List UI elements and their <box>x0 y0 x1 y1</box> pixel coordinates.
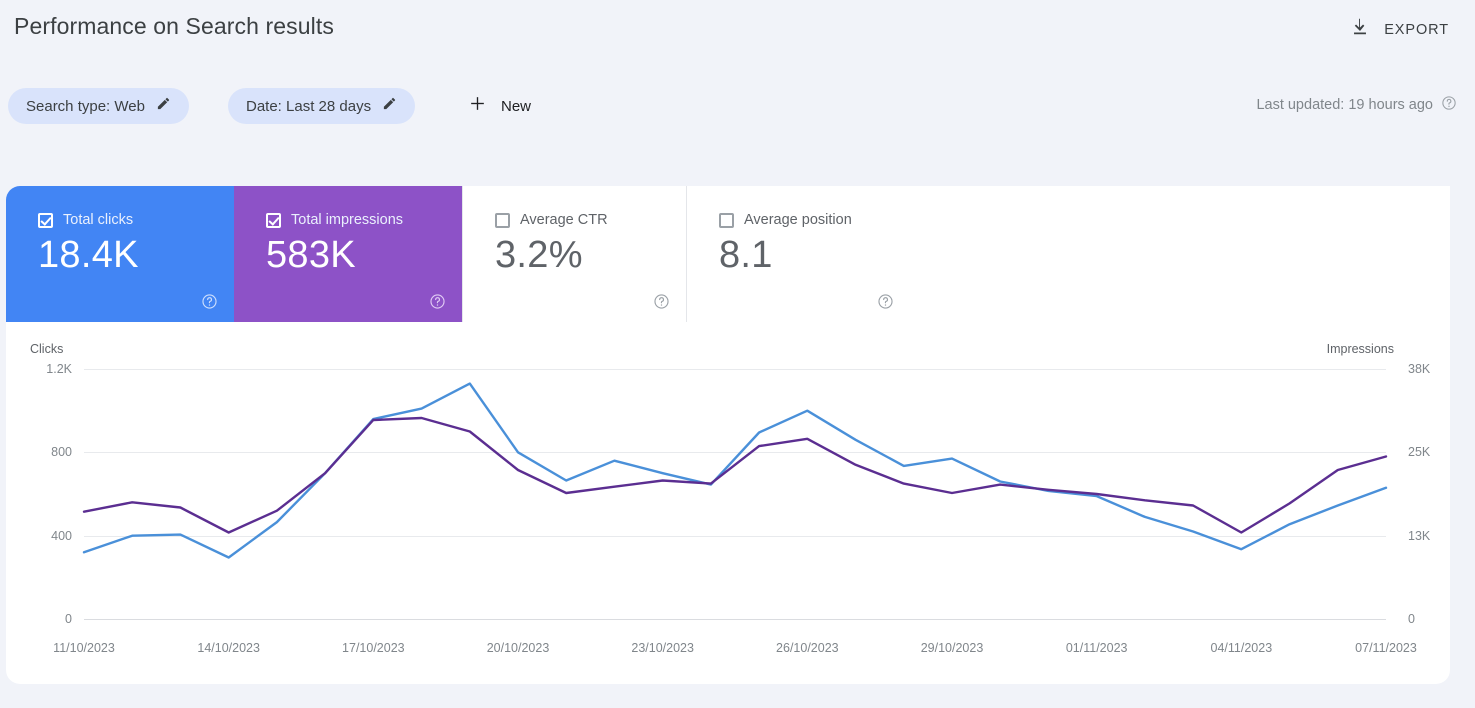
help-circle-icon[interactable] <box>653 293 670 310</box>
metric-label: Average CTR <box>520 212 608 228</box>
metric-card-average-ctr[interactable]: Average CTR 3.2% <box>462 186 686 322</box>
metric-card-total-impressions[interactable]: Total impressions 583K <box>234 186 462 322</box>
metric-value: 18.4K <box>38 234 139 276</box>
help-circle-icon[interactable] <box>201 293 218 310</box>
chart-line-impressions <box>82 416 1388 534</box>
pencil-icon[interactable] <box>382 96 397 116</box>
export-button[interactable]: EXPORT <box>1343 12 1455 47</box>
export-label: EXPORT <box>1384 21 1449 38</box>
metric-label: Average position <box>744 212 852 228</box>
metric-card-header: Average CTR <box>495 212 686 228</box>
metric-cards-filler <box>910 186 1450 322</box>
filter-chip-search-type[interactable]: Search type: Web <box>8 88 189 124</box>
performance-chart: Clicks Impressions 1.2K 800 400 0 38K 25K 13K… <box>6 322 1450 684</box>
download-icon <box>1349 16 1371 43</box>
filter-chip-label: Date: Last 28 days <box>246 97 372 115</box>
checkbox-average-position[interactable] <box>719 212 734 228</box>
help-circle-icon[interactable] <box>1441 95 1457 115</box>
metric-card-header: Average position <box>719 212 910 228</box>
checkbox-total-clicks[interactable] <box>38 212 53 228</box>
checkbox-total-impressions[interactable] <box>266 212 281 228</box>
new-filter-label: New <box>501 97 532 115</box>
plus-icon <box>468 94 487 118</box>
metric-card-header: Total clicks <box>38 212 234 228</box>
new-filter-button[interactable]: New <box>462 90 537 122</box>
filter-row: Search type: Web Date: Last 28 days New … <box>0 88 1475 126</box>
filter-chip-label: Search type: Web <box>26 97 145 115</box>
chart-line-clicks <box>82 382 1388 559</box>
last-updated: Last updated: 19 hours ago <box>1256 95 1457 115</box>
checkbox-average-ctr[interactable] <box>495 212 510 228</box>
metric-value: 3.2% <box>495 234 583 276</box>
last-updated-label: Last updated: 19 hours ago <box>1256 97 1433 113</box>
metric-value: 583K <box>266 234 356 276</box>
metric-cards: Total clicks 18.4K Total impressions 583… <box>6 186 1450 322</box>
help-circle-icon[interactable] <box>429 293 446 310</box>
page-header: Performance on Search results EXPORT <box>0 0 1475 62</box>
metric-card-average-position[interactable]: Average position 8.1 <box>686 186 910 322</box>
help-circle-icon[interactable] <box>877 293 894 310</box>
metric-card-header: Total impressions <box>266 212 462 228</box>
metric-label: Total clicks <box>63 212 134 228</box>
metric-card-total-clicks[interactable]: Total clicks 18.4K <box>6 186 234 322</box>
chart-series-layer <box>82 382 1388 559</box>
page-title: Performance on Search results <box>14 13 334 39</box>
performance-panel: Total clicks 18.4K Total impressions 583… <box>6 186 1450 684</box>
filter-chip-date[interactable]: Date: Last 28 days <box>228 88 416 124</box>
pencil-icon[interactable] <box>156 96 171 116</box>
metric-label: Total impressions <box>291 212 404 228</box>
metric-value: 8.1 <box>719 234 773 276</box>
